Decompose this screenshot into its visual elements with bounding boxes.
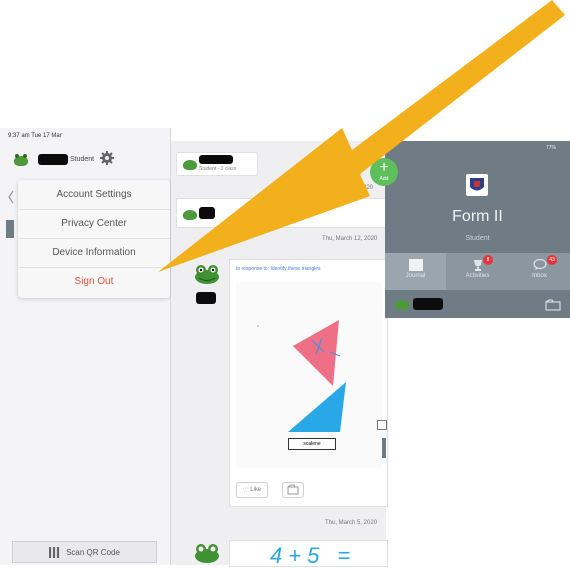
tab-inbox[interactable]: Inbox 43 (509, 253, 570, 290)
school-crest-icon (466, 174, 488, 196)
scroll-indicator[interactable] (382, 438, 386, 458)
inbox-badge: 43 (547, 255, 557, 265)
post-collapsed[interactable] (176, 198, 388, 228)
tab-activities-label: Activities (465, 273, 490, 279)
feed-header-sub: Student - 1 class (199, 166, 237, 172)
menu-sign-out[interactable]: Sign Out (18, 267, 170, 296)
scan-qr-label: Scan QR Code (66, 547, 120, 557)
like-button[interactable]: ♡ Like (236, 482, 268, 498)
like-label: Like (250, 487, 262, 493)
post-card[interactable]: In response to: Identify these triangles… (229, 259, 388, 507)
post-card-2[interactable]: 4+5 = (229, 540, 388, 567)
scan-qr-button[interactable]: Scan QR Code (12, 541, 157, 563)
tab-journal[interactable]: Journal (385, 253, 446, 290)
class-name: Form II (452, 208, 503, 225)
redacted-feed-name (199, 155, 233, 164)
add-label: Add (379, 176, 389, 182)
chat-bubble-icon (532, 258, 547, 271)
date-3: Thu, March 5, 2020 (325, 520, 378, 526)
redacted-name (38, 154, 68, 165)
folder-button[interactable] (282, 482, 304, 498)
frog-avatar-2 (194, 543, 220, 563)
panel-avatar (395, 300, 409, 310)
panel-student-row[interactable] (385, 290, 570, 318)
status-time: 9:37 am Tue 17 Mar (8, 133, 62, 139)
gear-icon[interactable] (100, 151, 114, 165)
plus-icon: + (379, 159, 389, 176)
redacted-post-name (199, 207, 215, 219)
add-button[interactable]: + Add (370, 158, 398, 186)
feed-avatar (183, 160, 197, 170)
class-role: Student (465, 235, 490, 242)
qr-code-icon (49, 546, 61, 558)
folder-icon[interactable] (545, 298, 561, 311)
triangle-label: scalene (288, 438, 336, 450)
menu-account-settings[interactable]: Account Settings (18, 180, 170, 210)
class-tabbar: Journal Activities 8 Inbox 43 (385, 253, 570, 290)
activities-badge: 8 (483, 255, 493, 265)
post-avatar (183, 210, 197, 220)
feed-header[interactable]: Student - 1 class (176, 152, 258, 176)
blue-triangle (288, 382, 346, 432)
redacted-student-name (196, 292, 216, 304)
tab-journal-label: Journal (405, 273, 426, 279)
sidebar-class-thumb[interactable] (6, 220, 14, 238)
account-menu: Account Settings Privacy Center Device I… (18, 180, 170, 298)
back-chevron-icon[interactable] (8, 190, 14, 204)
menu-device-information[interactable]: Device Information (18, 238, 170, 268)
book-icon (408, 259, 423, 271)
tab-inbox-label: Inbox (532, 273, 547, 279)
handwriting-text: 4+5 = (270, 543, 357, 567)
sidebar-user-role: Student (70, 156, 95, 163)
post-prompt: In response to: Identify these triangles (236, 266, 321, 272)
menu-privacy-center[interactable]: Privacy Center (18, 209, 170, 239)
redacted-panel-name (413, 298, 443, 310)
frog-avatar (194, 264, 220, 284)
heart-icon: ♡ (242, 487, 249, 494)
date-1: Tue, March 17, 2020 (318, 185, 374, 191)
date-2: Thu, March 12, 2020 (322, 236, 378, 242)
select-checkbox[interactable] (377, 420, 387, 430)
battery-status: 77% (546, 145, 557, 151)
sidebar-user-avatar[interactable] (14, 154, 28, 166)
trophy-icon (472, 259, 484, 271)
tab-activities[interactable]: Activities 8 (447, 253, 508, 290)
